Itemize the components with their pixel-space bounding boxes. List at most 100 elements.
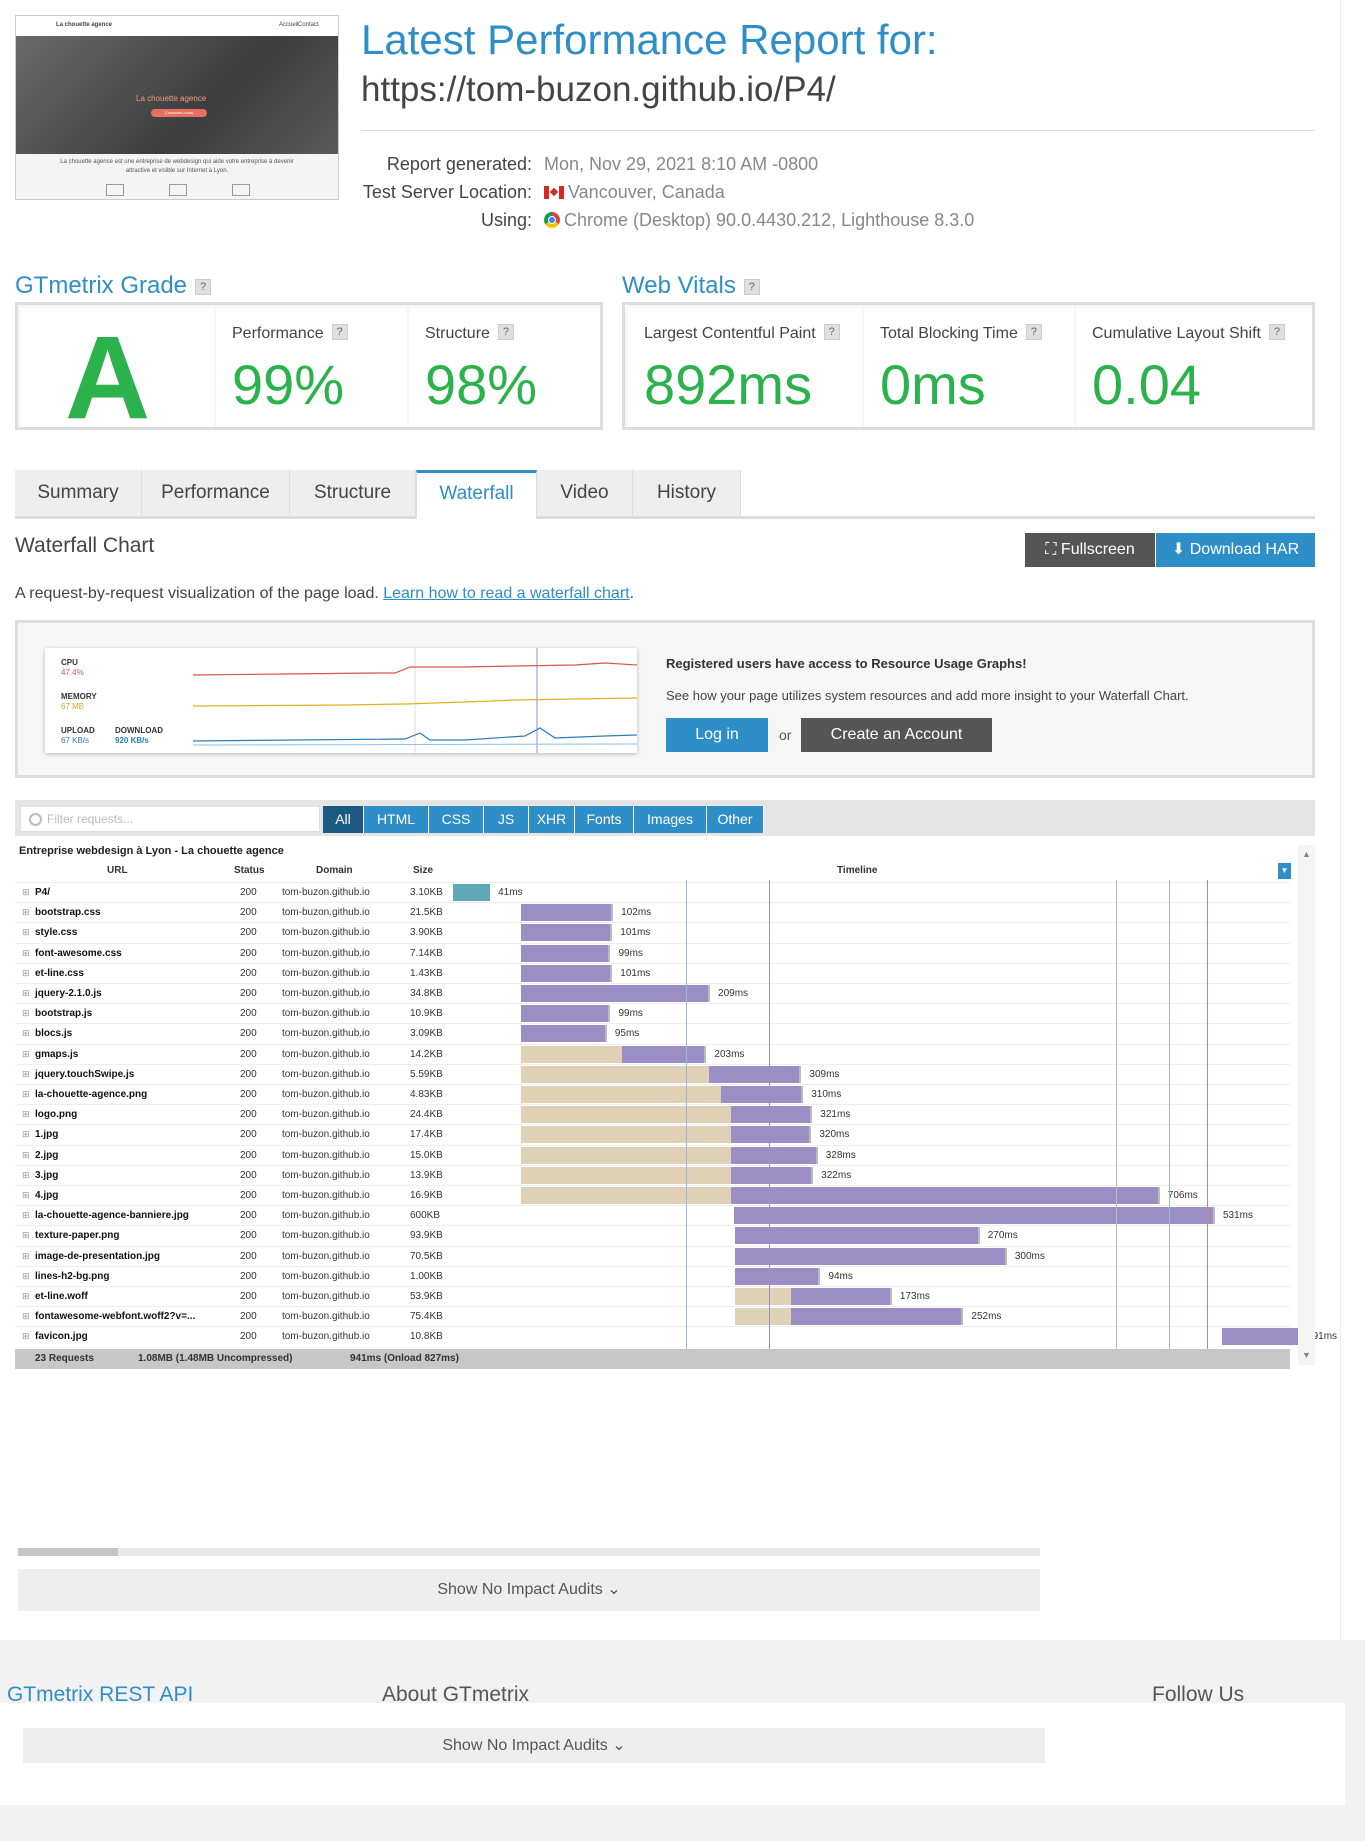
expand-row-icon[interactable]: ⊞ (22, 907, 30, 918)
help-icon[interactable]: ? (823, 324, 840, 340)
filter-all[interactable]: All (323, 806, 364, 833)
vertical-scrollbar[interactable]: ▲ ▼ (1298, 845, 1315, 1365)
show-no-impact-audits-button[interactable]: Show No Impact Audits ⌄ (18, 1569, 1040, 1611)
expand-row-icon[interactable]: ⊞ (22, 1109, 30, 1120)
learn-waterfall-link[interactable]: Learn how to read a waterfall chart (383, 585, 629, 602)
expand-row-icon[interactable]: ⊞ (22, 1190, 30, 1201)
expand-row-icon[interactable]: ⊞ (22, 1311, 30, 1322)
timeline-bar[interactable] (622, 1045, 707, 1063)
table-row[interactable]: ⊞ bootstrap.js 200 tom-buzon.github.io 10.9K… (15, 1003, 1290, 1024)
filter-html[interactable]: HTML (364, 806, 429, 833)
timeline-bar[interactable] (730, 1187, 1160, 1204)
expand-row-icon[interactable]: ⊞ (22, 1251, 30, 1262)
filter-other[interactable]: Other (707, 806, 764, 833)
filter-css[interactable]: CSS (429, 806, 484, 833)
timeline-bar[interactable] (735, 1227, 980, 1245)
help-icon[interactable]: ? (195, 279, 212, 295)
horizontal-scrollbar[interactable] (18, 1548, 1040, 1556)
filter-xhr[interactable]: XHR (529, 806, 575, 833)
scroll-up-icon[interactable]: ▲ (1302, 849, 1311, 859)
table-row[interactable]: ⊞ logo.png 200 tom-buzon.github.io 24.4KB 321… (15, 1104, 1290, 1125)
table-row[interactable]: ⊞ blocs.js 200 tom-buzon.github.io 3.09KB 95m… (15, 1023, 1290, 1044)
timeline-bar[interactable] (735, 1267, 821, 1285)
help-icon[interactable]: ? (743, 279, 760, 295)
timeline-bar[interactable] (791, 1288, 892, 1305)
table-row[interactable]: ⊞ 4.jpg 200 tom-buzon.github.io 16.9KB 706ms (15, 1185, 1290, 1206)
expand-row-icon[interactable]: ⊞ (22, 1210, 30, 1221)
table-row[interactable]: ⊞ image-de-presentation.jpg 200 tom-buzon.g… (15, 1245, 1290, 1267)
help-icon[interactable]: ? (497, 324, 514, 340)
horizontal-scrollbar-thumb[interactable] (18, 1548, 118, 1556)
timeline-bar[interactable] (730, 1166, 814, 1184)
timeline-bar[interactable] (520, 985, 711, 1002)
fullscreen-button[interactable]: ⛶ Fullscreen (1025, 533, 1155, 567)
expand-row-icon[interactable]: ⊞ (22, 887, 30, 898)
table-row[interactable]: ⊞ style.css 200 tom-buzon.github.io 3.90KB 10… (15, 922, 1290, 943)
table-row[interactable]: ⊞ la-chouette-agence-banniere.jpg 200 tom-b… (15, 1205, 1290, 1226)
expand-row-icon[interactable]: ⊞ (22, 1028, 30, 1039)
timeline-bar[interactable] (709, 1065, 802, 1083)
expand-row-icon[interactable]: ⊞ (22, 988, 30, 999)
table-row[interactable]: ⊞ 3.jpg 200 tom-buzon.github.io 13.9KB 322ms (15, 1164, 1290, 1186)
filter-requests-input[interactable]: Filter requests... (20, 806, 320, 832)
timeline-bar[interactable] (735, 1247, 1007, 1265)
tab-history[interactable]: History (633, 470, 741, 516)
expand-row-icon[interactable]: ⊞ (22, 1069, 30, 1080)
timeline-dropdown-icon[interactable]: ▼ (1278, 863, 1291, 879)
timeline-bar[interactable] (520, 924, 613, 942)
expand-row-icon[interactable]: ⊞ (22, 1049, 30, 1060)
table-row[interactable]: ⊞ et-line.css 200 tom-buzon.github.io 1.43KB… (15, 962, 1290, 984)
table-row[interactable]: ⊞ font-awesome.css 200 tom-buzon.github.io 7… (15, 942, 1290, 964)
expand-row-icon[interactable]: ⊞ (22, 1089, 30, 1100)
timeline-bar[interactable] (1222, 1328, 1305, 1346)
timeline-bar[interactable] (520, 964, 613, 982)
timeline-bar[interactable] (520, 904, 614, 922)
help-icon[interactable]: ? (1268, 324, 1285, 340)
timeline-bar[interactable] (730, 1126, 812, 1144)
expand-row-icon[interactable]: ⊞ (22, 1291, 30, 1302)
scroll-down-icon[interactable]: ▼ (1302, 1350, 1311, 1360)
help-icon[interactable]: ? (331, 324, 348, 340)
timeline-bar[interactable] (730, 1106, 813, 1124)
login-button[interactable]: Log in (666, 718, 768, 752)
tab-performance[interactable]: Performance (142, 470, 290, 516)
table-row[interactable]: ⊞ jquery.touchSwipe.js 200 tom-buzon.github… (15, 1063, 1290, 1085)
timeline-bar[interactable] (520, 944, 611, 962)
tab-structure[interactable]: Structure (290, 470, 416, 516)
download-har-button[interactable]: ⬇ Download HAR (1156, 533, 1315, 567)
expand-row-icon[interactable]: ⊞ (22, 1129, 30, 1140)
table-row[interactable]: ⊞ 2.jpg 200 tom-buzon.github.io 15.0KB 328ms (15, 1144, 1290, 1166)
expand-row-icon[interactable]: ⊞ (22, 968, 30, 979)
table-row[interactable]: ⊞ favicon.jpg 200 tom-buzon.github.io 10.8KB… (15, 1326, 1337, 1347)
filter-images[interactable]: Images (634, 806, 707, 833)
timeline-bar[interactable] (520, 1005, 611, 1023)
expand-row-icon[interactable]: ⊞ (22, 1008, 30, 1019)
expand-row-icon[interactable]: ⊞ (22, 1331, 30, 1342)
table-row[interactable]: ⊞ P4/200 tom-buzon.github.io 3.10KB 41ms (15, 882, 1290, 903)
tab-waterfall[interactable]: Waterfall (416, 470, 537, 519)
table-row[interactable]: ⊞ gmaps.js 200 tom-buzon.github.io 14.2KB 203… (15, 1043, 1290, 1065)
filter-js[interactable]: JS (484, 806, 529, 833)
table-row[interactable]: ⊞ la-chouette-agence.png 200 tom-buzon.gith… (15, 1084, 1290, 1105)
show-no-impact-audits-button-duplicate[interactable]: Show No Impact Audits ⌄ (23, 1728, 1045, 1763)
help-icon[interactable]: ? (1025, 324, 1042, 340)
table-row[interactable]: ⊞ et-line.woff 200 tom-buzon.github.io 53.9K… (15, 1286, 1290, 1307)
timeline-bar[interactable] (453, 884, 491, 901)
expand-row-icon[interactable]: ⊞ (22, 1271, 30, 1282)
expand-row-icon[interactable]: ⊞ (22, 927, 30, 938)
tab-video[interactable]: Video (537, 470, 633, 516)
table-row[interactable]: ⊞ bootstrap.css 200 tom-buzon.github.io 21.5… (15, 902, 1290, 923)
timeline-bar[interactable] (791, 1308, 964, 1326)
timeline-bar[interactable] (720, 1086, 804, 1103)
expand-row-icon[interactable]: ⊞ (22, 1230, 30, 1241)
create-account-button[interactable]: Create an Account (801, 718, 992, 752)
table-row[interactable]: ⊞ lines-h2-bg.png 200 tom-buzon.github.io 1.… (15, 1265, 1290, 1287)
table-row[interactable]: ⊞ fontawesome-webfont.woff2?v=... 200 tom-b… (15, 1306, 1290, 1327)
timeline-bar[interactable] (734, 1207, 1215, 1225)
timeline-bar[interactable] (520, 1025, 607, 1043)
expand-row-icon[interactable]: ⊞ (22, 1170, 30, 1181)
table-row[interactable]: ⊞ texture-paper.png 200 tom-buzon.github.io… (15, 1225, 1290, 1246)
filter-fonts[interactable]: Fonts (575, 806, 634, 833)
timeline-bar[interactable] (730, 1146, 818, 1164)
expand-row-icon[interactable]: ⊞ (22, 1150, 30, 1161)
